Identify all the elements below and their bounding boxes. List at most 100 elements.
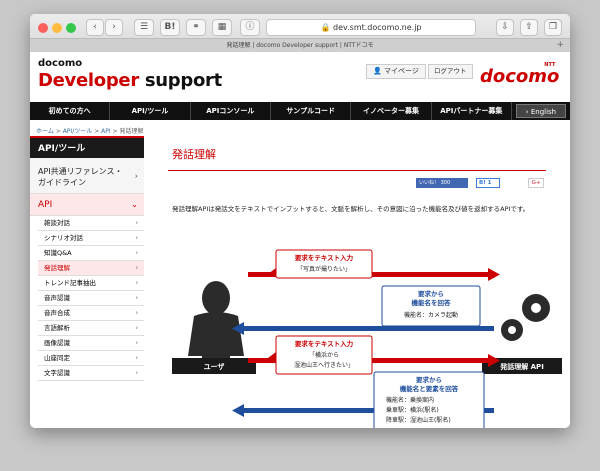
sidebar-item-speech-recognition[interactable]: 音声認識 ›: [38, 291, 144, 306]
sidebar-item-label: API共通リファレンス・ガイドライン: [38, 167, 123, 187]
sidebar-item-label: API: [38, 200, 53, 210]
new-tab-button[interactable]: +: [556, 39, 564, 52]
forward-button[interactable]: ›: [105, 19, 123, 36]
sidebar-item-label: 山座同定: [44, 354, 70, 362]
breadcrumb-api-tools[interactable]: API/ツール: [63, 128, 93, 135]
sidebar-item-label: シナリオ対話: [44, 234, 83, 242]
sidebar-item-trend-article[interactable]: トレンド記事抽出 ›: [38, 276, 144, 291]
title-divider: [168, 170, 546, 171]
bubble3-text-2: 湿池山王へ行きたい」: [294, 361, 354, 369]
sidebar-heading: API/ツール: [30, 136, 144, 158]
bubble1-title: 要求をテキスト入力: [295, 253, 354, 262]
chevron-right-icon: ›: [135, 294, 138, 302]
bubble3-title: 要求をテキスト入力: [295, 339, 354, 348]
sidebar-item-knowledge-qa[interactable]: 知識Q&A ›: [38, 246, 144, 261]
nav-item-innovator[interactable]: イノベーター募集: [351, 102, 432, 120]
hatena-bookmark-button[interactable]: B! 1: [476, 178, 500, 188]
layers-icon[interactable]: ☰: [134, 19, 154, 36]
sidebar-item-api[interactable]: API ⌄: [30, 194, 144, 216]
back-button[interactable]: ‹: [86, 19, 104, 36]
nav-item-api-console[interactable]: APIコンソール: [191, 102, 271, 120]
logo-developer-word: Developer: [38, 70, 139, 91]
address-bar[interactable]: 🔒 dev.smt.docomo.ne.jp: [266, 19, 476, 36]
api-label: 発話理解 API: [499, 362, 544, 371]
link-icon[interactable]: ⚭: [186, 19, 206, 36]
arrow-head-icon: [488, 268, 500, 281]
chevron-down-icon: ⌄: [131, 199, 138, 209]
sidebar-item-character-recognition[interactable]: 文字認識 ›: [38, 366, 144, 381]
chevron-right-icon: ›: [135, 219, 138, 227]
site-header: docomo Developer support 👤 マイページ ログアウト d…: [30, 52, 570, 102]
page-title: 発話理解: [172, 148, 216, 161]
nav-item-api-tools[interactable]: API/ツール: [110, 102, 191, 120]
chevron-right-icon: ›: [525, 108, 529, 116]
brand-ntt: NTT: [544, 62, 556, 68]
user-silhouette-icon: [188, 281, 244, 364]
sidebar-item-label: 音声認識: [44, 294, 70, 302]
sidebar-item-utterance-understanding[interactable]: 発話理解 ›: [38, 261, 144, 276]
chevron-right-icon: ›: [135, 234, 138, 242]
nav-item-getting-started[interactable]: 初めての方へ: [30, 102, 111, 120]
nav-item-api-partner[interactable]: APIパートナー募集: [432, 102, 512, 120]
chevron-right-icon: ›: [135, 309, 138, 317]
user-label: ユーザ: [204, 362, 225, 371]
tabs-overview-icon[interactable]: ❐: [544, 19, 562, 36]
mypage-button[interactable]: 👤 マイページ: [366, 64, 426, 79]
nav-item-sample-code[interactable]: サンプルコード: [271, 102, 352, 120]
english-button[interactable]: › English: [515, 104, 566, 118]
bubble1-text: 「写真が撮りたい」: [297, 265, 351, 273]
brand-text: docomo: [480, 66, 560, 87]
sidebar-item-label: 画像認識: [44, 339, 70, 347]
sidebar-item-label: 言語解析: [44, 324, 70, 332]
logo-support-word: support: [144, 70, 222, 91]
breadcrumb-home[interactable]: ホーム: [36, 128, 54, 135]
sidebar-item-label: トレンド記事抽出: [44, 279, 96, 287]
sidebar-item-label: 知識Q&A: [44, 249, 72, 257]
download-icon[interactable]: ⇩: [496, 19, 514, 36]
global-nav: 初めての方へ API/ツール APIコンソール サンプルコード イノベーター募集…: [30, 102, 570, 120]
breadcrumb-separator: >: [112, 128, 118, 135]
sidebar-item-scenario[interactable]: シナリオ対話 ›: [38, 231, 144, 246]
gear-icon: [501, 294, 550, 341]
speech-bubble-response-1: 要求から 機能名を回答 機能名：カメラ起動: [381, 285, 481, 327]
user-icon: 👤: [373, 67, 382, 75]
zoom-window-button[interactable]: [66, 23, 76, 33]
logo-docomo-small[interactable]: docomo: [38, 58, 82, 69]
logout-button[interactable]: ログアウト: [428, 64, 473, 79]
main-content: 発話理解 いいね！ 300 B! 1 G+ 発話理解APIは発話文をテキストでイ…: [164, 134, 564, 428]
browser-tab[interactable]: 発話理解 | docomo Developer support | NTTドコモ…: [30, 38, 570, 52]
docomo-brand-logo[interactable]: docomo NTT: [480, 62, 560, 87]
sidebar-item-common-reference[interactable]: API共通リファレンス・ガイドライン ›: [30, 158, 144, 194]
bubble2-title: 要求から: [418, 289, 444, 298]
browser-chrome: ‹ › ☰ B! ⚭ ▦ ⓘ 🔒 dev.smt.docomo.ne.jp ⇩ …: [30, 14, 570, 52]
sidebar-item-label: 雑談対話: [44, 219, 70, 227]
chevron-right-icon: ›: [135, 339, 138, 347]
chevron-right-icon: ›: [135, 249, 138, 257]
chevron-right-icon: ›: [135, 354, 138, 362]
hatena-bookmark-icon[interactable]: B!: [160, 19, 180, 36]
speech-bubble-request-2: 要求をテキスト入力 「横浜から 湿池山王へ行きたい」: [268, 335, 373, 375]
chevron-right-icon: ›: [134, 171, 138, 180]
facebook-like-button[interactable]: いいね！ 300: [416, 178, 468, 188]
api-flow-diagram: ユーザ 発話理解 API 要求をテキスト入力 「写真が撮りたい」 要求から 機能…: [172, 249, 562, 428]
sidebar-item-language-analysis[interactable]: 言語解析 ›: [38, 321, 144, 336]
chevron-right-icon: ›: [135, 324, 138, 332]
google-plus-button[interactable]: G+: [528, 178, 544, 188]
reader-icon[interactable]: ▦: [212, 19, 232, 36]
minimize-window-button[interactable]: [52, 23, 62, 33]
arrow-head-icon: [232, 404, 244, 417]
sidebar-item-speech-synthesis[interactable]: 音声合成 ›: [38, 306, 144, 321]
sidebar-api-list: 雑談対話 › シナリオ対話 › 知識Q&A › 発話理解 › トレンド記事抽出 › 音声認…: [38, 216, 144, 381]
close-window-button[interactable]: [38, 23, 48, 33]
bubble2-title2: 機能名を回答: [412, 298, 452, 307]
sidebar-item-image-recognition[interactable]: 画像認識 ›: [38, 336, 144, 351]
bubble4-text-1: 機能名：乗換案内: [386, 396, 434, 404]
sidebar-item-chat[interactable]: 雑談対話 ›: [38, 216, 144, 231]
info-icon[interactable]: ⓘ: [240, 19, 260, 36]
chevron-right-icon: ›: [135, 369, 138, 377]
bubble4-title2: 機能名と要素を回答: [400, 384, 459, 393]
share-icon[interactable]: ⇧: [520, 19, 538, 36]
logo-developer-support[interactable]: Developer support: [38, 70, 222, 91]
breadcrumb-api[interactable]: API: [101, 128, 111, 135]
sidebar-item-mountain-identification[interactable]: 山座同定 ›: [38, 351, 144, 366]
